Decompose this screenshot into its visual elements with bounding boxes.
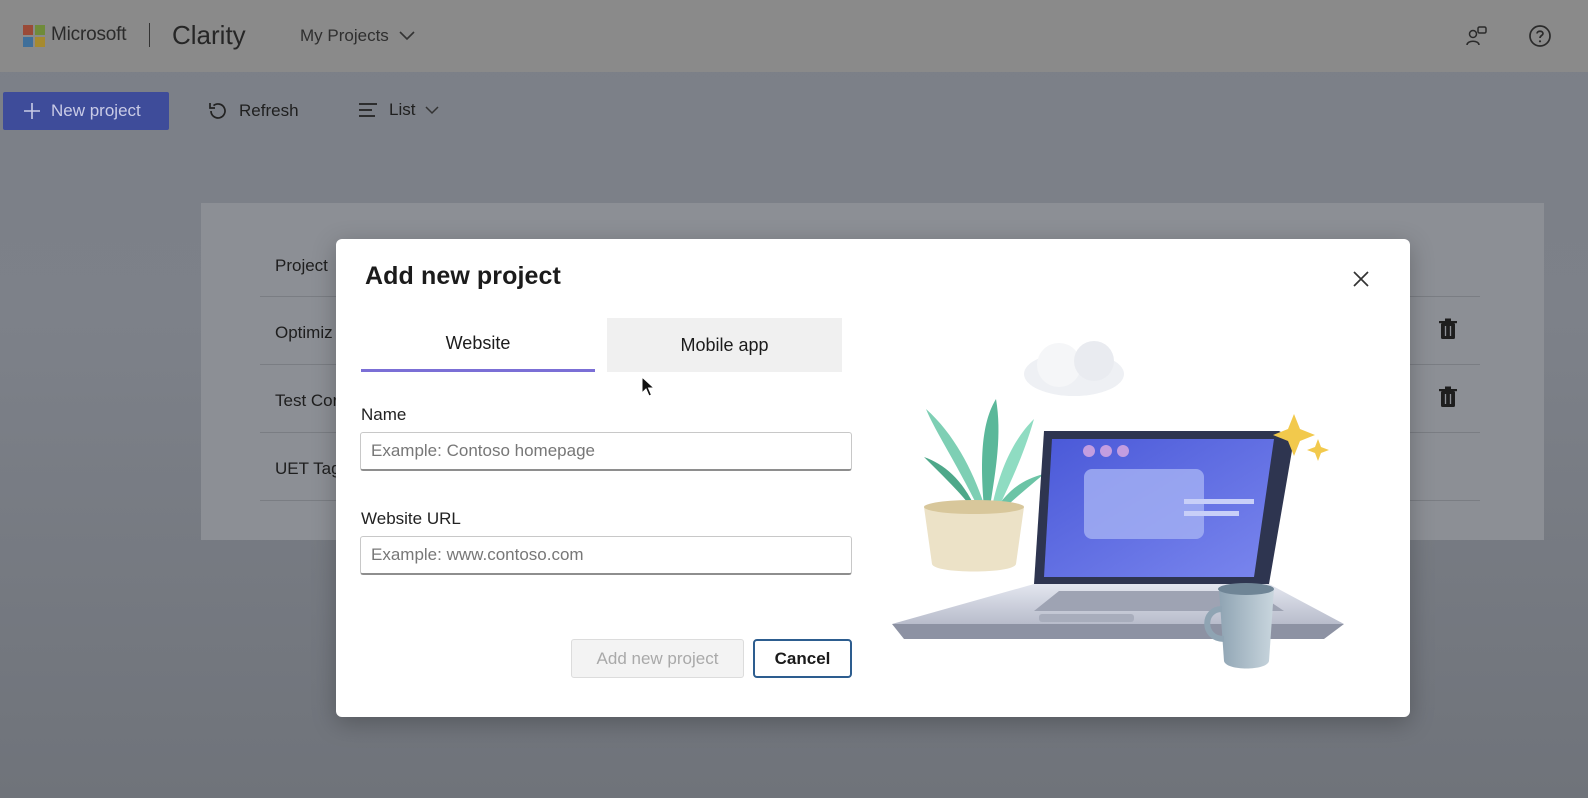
trash-icon[interactable]	[1438, 386, 1458, 408]
view-list-dropdown[interactable]: List	[357, 100, 439, 120]
cancel-button[interactable]: Cancel	[753, 639, 852, 678]
mouse-cursor-icon	[641, 376, 655, 397]
list-icon	[359, 103, 377, 117]
laptop-plant-illustration	[892, 341, 1344, 669]
website-url-label: Website URL	[361, 509, 461, 528]
dialog-title: Add new project	[365, 262, 561, 290]
list-header-project: Project	[275, 256, 328, 275]
plus-icon	[24, 103, 40, 119]
product-name[interactable]: Clarity	[172, 20, 246, 51]
new-project-button[interactable]: New project	[3, 92, 169, 130]
share-users-icon[interactable]	[1464, 23, 1490, 49]
chevron-down-icon	[399, 31, 415, 41]
project-name-input[interactable]	[360, 432, 852, 471]
list-item[interactable]: UET Tag	[275, 459, 341, 479]
microsoft-logo-icon	[23, 25, 45, 47]
name-label: Name	[361, 405, 407, 424]
close-icon	[1353, 271, 1369, 287]
new-project-label: New project	[51, 101, 141, 120]
brand-name: Microsoft	[51, 24, 127, 45]
my-projects-dropdown[interactable]: My Projects	[300, 26, 415, 46]
tab-website[interactable]: Website	[361, 318, 595, 372]
chevron-down-icon	[425, 105, 439, 114]
refresh-button[interactable]: Refresh	[207, 100, 299, 122]
add-project-dialog: Add new project Website Mobile app Name …	[336, 239, 1410, 717]
refresh-label: Refresh	[239, 101, 299, 120]
list-item[interactable]: Test Cor	[275, 391, 338, 411]
brand-divider	[149, 23, 150, 47]
close-dialog-button[interactable]	[1348, 266, 1374, 292]
top-bar: Microsoft Clarity My Projects	[0, 0, 1588, 72]
add-new-project-button[interactable]: Add new project	[571, 639, 744, 678]
my-projects-label: My Projects	[300, 26, 389, 45]
view-label: List	[389, 100, 416, 119]
tab-mobile-app[interactable]: Mobile app	[607, 318, 842, 372]
help-icon[interactable]	[1527, 23, 1553, 49]
website-url-input[interactable]	[360, 536, 852, 575]
trash-icon[interactable]	[1438, 318, 1458, 340]
list-item[interactable]: Optimiz	[275, 323, 333, 343]
refresh-icon	[209, 103, 226, 119]
